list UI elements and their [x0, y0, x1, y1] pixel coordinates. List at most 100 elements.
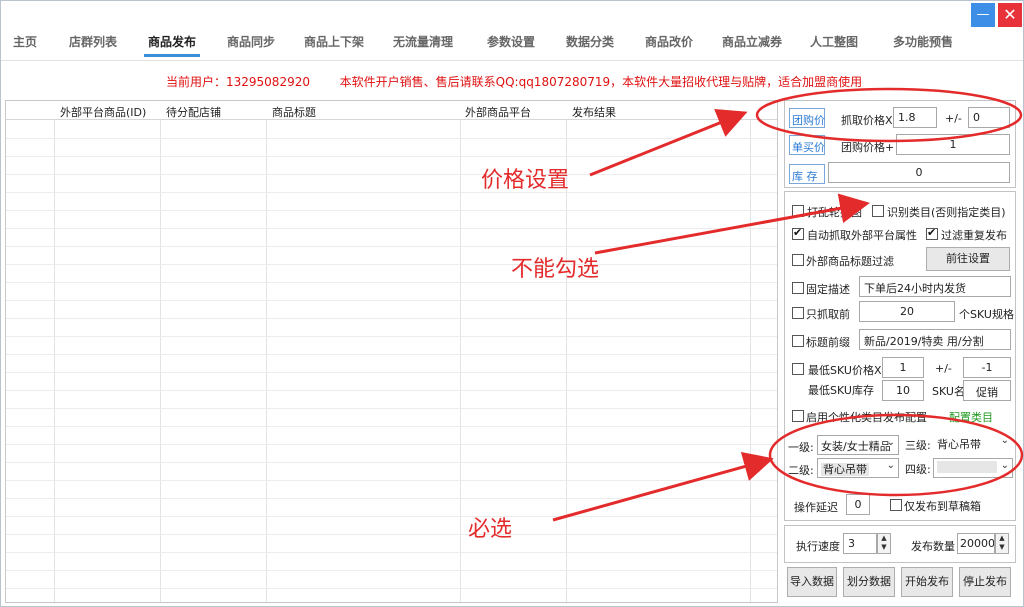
price-settings-box: 团购价 抓取价格X 1.8 +/- 0 单买价 团购价格+ 1 库 存 0	[784, 100, 1016, 188]
start-publish-button[interactable]: 开始发布	[901, 567, 953, 597]
col-external-id[interactable]: 外部平台商品(ID)	[60, 104, 146, 120]
min-sku-mult-input[interactable]: 1	[882, 357, 924, 378]
current-user: 当前用户：13295082920	[166, 75, 310, 89]
speed-label: 执行速度	[796, 540, 840, 553]
grab-price-label: 抓取价格X	[841, 114, 893, 127]
tab-store-list[interactable]: 店群列表	[67, 33, 119, 57]
col-result[interactable]: 发布结果	[572, 104, 616, 120]
tab-no-traffic-cleanup[interactable]: 无流量清理	[391, 33, 455, 57]
minimize-button[interactable]: —	[971, 3, 995, 27]
min-sku-pm-label: +/-	[935, 362, 952, 375]
tab-price-change[interactable]: 商品改价	[643, 33, 695, 57]
fixed-desc-checkbox[interactable]	[792, 282, 804, 294]
title-prefix-label: 标题前缀	[806, 336, 850, 349]
level2-label: 二级:	[788, 464, 814, 477]
tab-presale[interactable]: 多功能预售	[891, 33, 955, 57]
title-filter-label: 外部商品标题过滤	[806, 255, 894, 268]
tab-product-sync[interactable]: 商品同步	[225, 33, 277, 57]
config-cat-link[interactable]: 配置类目	[949, 409, 993, 425]
level3-select[interactable]: 背心吊带 ⌄	[933, 433, 1013, 453]
col-title[interactable]: 商品标题	[272, 104, 316, 120]
recognize-category-checkbox[interactable]	[872, 205, 884, 217]
plusminus-label: +/-	[945, 112, 962, 125]
split-data-button[interactable]: 划分数据	[843, 567, 895, 597]
sku-unit-label: 个SKU规格	[959, 308, 1014, 321]
chevron-down-icon: ⌄	[1000, 435, 1009, 446]
title-filter-checkbox[interactable]	[792, 254, 804, 266]
filter-dup-label: 过滤重复发布	[941, 229, 1007, 242]
group-price-label: 团购价格+	[841, 141, 895, 154]
notice-line: 当前用户：13295082920 本软件开户销售、售后请联系QQ:qq18072…	[166, 73, 862, 90]
chevron-down-icon: ⌄	[886, 460, 895, 471]
delay-label: 操作延迟	[794, 501, 838, 514]
shuffle-label: 打乱轮播图	[807, 206, 862, 219]
auto-attr-checkbox[interactable]	[792, 226, 804, 240]
filter-dup-checkbox[interactable]	[926, 226, 938, 240]
draft-checkbox[interactable]	[890, 499, 902, 511]
delay-input[interactable]: 0	[846, 494, 870, 515]
level4-label: 四级:	[905, 463, 931, 476]
chevron-down-icon: ⌄	[1000, 460, 1009, 471]
speed-input[interactable]: 3	[843, 533, 877, 554]
sku-name-label: SKU名	[932, 385, 965, 398]
level2-select[interactable]: 背心吊带 ⌄	[817, 458, 899, 478]
only-grab-checkbox[interactable]	[792, 307, 804, 319]
tab-home[interactable]: 主页	[11, 33, 39, 57]
count-label: 发布数量	[911, 540, 955, 553]
tab-params[interactable]: 参数设置	[485, 33, 537, 57]
min-sku-stock-label: 最低SKU库存	[808, 384, 874, 397]
level1-select[interactable]: 女装/女士精品 ⌄	[817, 435, 899, 455]
exec-box: 执行速度 3 ▲ ▼ 发布数量 20000 ▲ ▼	[784, 525, 1016, 563]
speed-spinner[interactable]: ▲ ▼	[877, 533, 891, 554]
fixed-desc-label: 固定描述	[806, 283, 850, 296]
grid-header: 外部平台商品(ID) 待分配店铺 商品标题 外部商品平台 发布结果	[6, 101, 777, 120]
product-grid[interactable]: 外部平台商品(ID) 待分配店铺 商品标题 外部商品平台 发布结果	[5, 100, 778, 603]
sku-count-input[interactable]: 20	[859, 301, 955, 322]
tab-product-publish[interactable]: 商品发布	[144, 33, 200, 57]
count-input[interactable]: 20000	[957, 533, 995, 554]
chevron-down-icon: ⌄	[886, 437, 895, 448]
ad-text: 本软件开户销售、售后请联系QQ:qq1807280719，本软件大量招收代理与贴…	[339, 75, 863, 89]
title-prefix-checkbox[interactable]	[792, 335, 804, 347]
price-setting-annotation: 价格设置	[481, 168, 570, 193]
fixed-desc-input[interactable]: 下单后24小时内发货	[859, 276, 1011, 297]
stock-input[interactable]: 0	[828, 162, 1010, 183]
col-store[interactable]: 待分配店铺	[166, 104, 221, 120]
min-sku-checkbox[interactable]	[792, 363, 804, 375]
tab-bar: 主页 店群列表 商品发布 商品同步 商品上下架 无流量清理 参数设置 数据分类 …	[1, 27, 1023, 61]
tuangou-price-tag[interactable]: 团购价	[789, 108, 825, 128]
min-sku-stock-input[interactable]: 10	[882, 380, 924, 401]
close-button[interactable]: ✕	[998, 3, 1022, 27]
level3-label: 三级:	[905, 439, 931, 452]
price-multiplier-input[interactable]: 1.8	[893, 107, 937, 128]
tab-product-shelf[interactable]: 商品上下架	[303, 33, 365, 57]
required-annotation: 必选	[468, 517, 513, 542]
personal-cat-checkbox[interactable]	[792, 410, 804, 422]
draft-label: 仅发布到草稿箱	[904, 500, 981, 513]
goto-settings-button[interactable]: 前往设置	[926, 247, 1010, 271]
options-box: 打乱轮播图 识别类目(否则指定类目) 自动抓取外部平台属性 过滤重复发布 外部商…	[784, 191, 1016, 521]
stop-publish-button[interactable]: 停止发布	[959, 567, 1011, 597]
group-price-plus-input[interactable]: 1	[896, 134, 1010, 155]
import-data-button[interactable]: 导入数据	[787, 567, 837, 597]
col-platform[interactable]: 外部商品平台	[465, 104, 531, 120]
price-offset-input[interactable]: 0	[968, 107, 1010, 128]
personal-cat-label: 启用个性化类目发布配置	[806, 411, 927, 424]
tab-data-category[interactable]: 数据分类	[564, 33, 616, 57]
min-sku-offset-input[interactable]: -1	[963, 357, 1011, 378]
sku-name-input[interactable]: 促销	[963, 380, 1011, 401]
stock-tag[interactable]: 库 存	[789, 164, 825, 184]
recognize-category-label: 识别类目(否则指定类目)	[887, 206, 1006, 219]
single-price-tag[interactable]: 单买价	[789, 135, 825, 155]
min-sku-price-label: 最低SKU价格X	[808, 364, 882, 377]
shuffle-checkbox[interactable]	[792, 205, 804, 217]
cannot-check-annotation: 不能勾选	[511, 257, 600, 282]
title-prefix-input[interactable]: 新品/2019/特卖 用/分割	[859, 329, 1011, 350]
tab-coupon[interactable]: 商品立减券	[720, 33, 784, 57]
only-grab-label: 只抓取前	[806, 308, 850, 321]
level1-label: 一级:	[788, 441, 814, 454]
auto-attr-label: 自动抓取外部平台属性	[807, 229, 917, 242]
level4-select[interactable]: ⌄	[933, 458, 1013, 478]
tab-manual-image[interactable]: 人工整图	[808, 33, 860, 57]
count-spinner[interactable]: ▲ ▼	[995, 533, 1009, 554]
